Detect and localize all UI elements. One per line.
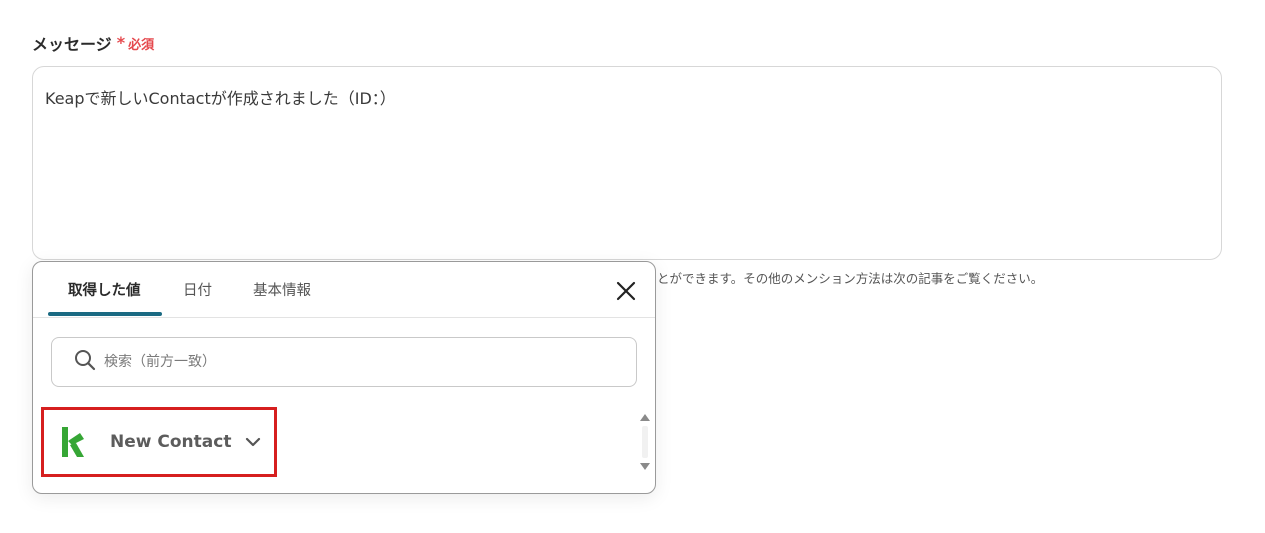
mention-popup: 取得した値 日付 基本情報 New Contact [32,261,656,494]
list-item-new-contact[interactable]: New Contact [41,407,277,477]
chevron-down-icon[interactable] [245,433,261,452]
field-label: メッセージ * 必須 [32,31,154,55]
search-input[interactable] [102,353,586,371]
search-icon [74,349,96,375]
required-star: * [116,33,126,52]
scroll-down-arrow-icon [640,463,650,470]
active-tab-underline [48,312,162,316]
tab-date[interactable]: 日付 [183,262,212,317]
tab-basic-info[interactable]: 基本情報 [253,262,311,317]
keap-logo-icon [60,425,86,459]
field-label-text: メッセージ [32,35,112,54]
scroll-track [642,426,648,458]
message-value: Keapで新しいContactが作成されました（ID：） [45,89,396,108]
tab-acquired-values[interactable]: 取得した値 [68,262,141,317]
helper-text: とができます。その他のメンション方法は次の記事をご覧ください。 [657,271,1044,286]
required-text: 必須 [128,37,155,53]
close-icon[interactable] [613,278,639,304]
popup-tabs: 取得した値 日付 基本情報 [33,262,655,318]
required-indicator: * 必須 [117,34,154,53]
scrollbar[interactable] [636,412,654,472]
search-field[interactable] [51,337,637,387]
message-textarea[interactable]: Keapで新しいContactが作成されました（ID：） [32,66,1222,260]
scroll-up-arrow-icon [640,414,650,421]
list-item-label: New Contact [110,432,232,452]
